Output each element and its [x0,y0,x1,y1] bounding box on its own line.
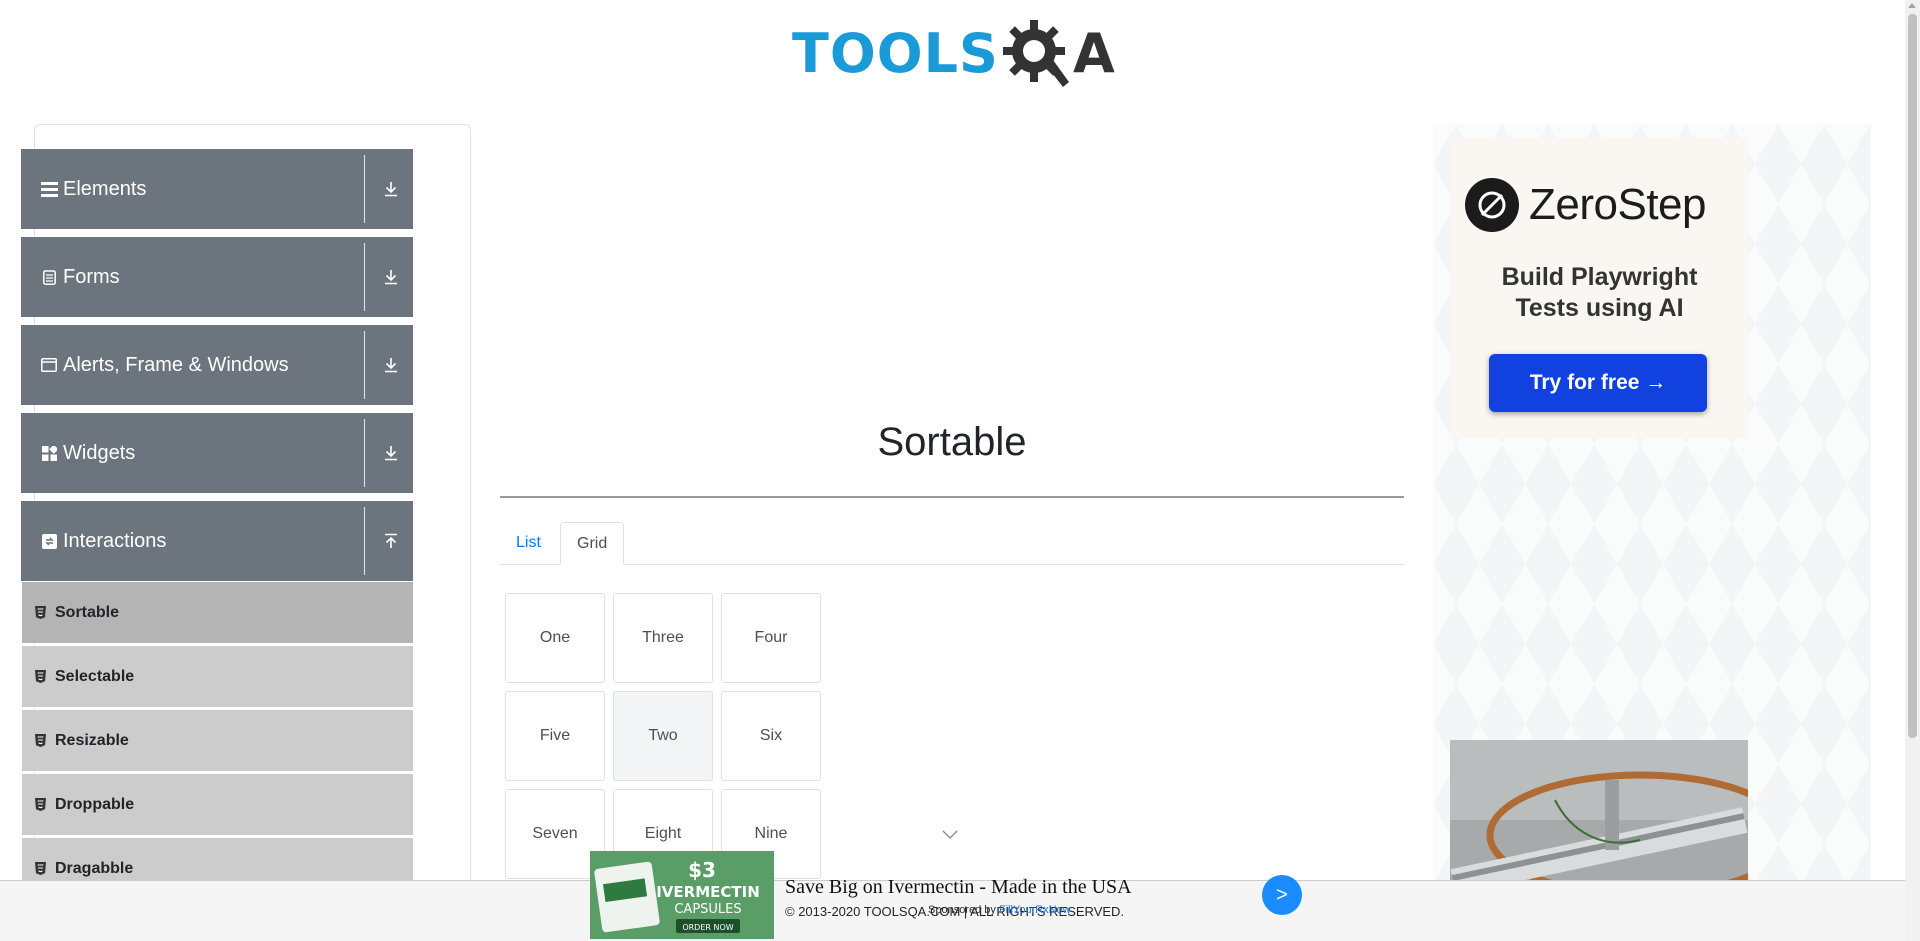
sidebar-group-widgets[interactable]: Widgets [21,413,413,493]
download-arrow-icon [381,357,401,373]
try-for-free-button[interactable]: Try for free → [1489,354,1707,412]
sidebar-group-label: Forms [63,265,120,288]
upload-arrow-icon [381,533,401,549]
sidebar-item-selectable[interactable]: Selectable [22,646,413,708]
chevron-down-icon[interactable] [942,830,958,840]
grid-item-five[interactable]: Five [505,691,605,781]
tab-grid[interactable]: Grid [560,522,625,565]
ad-sponsor-link[interactable]: FillYourRxNow [999,904,1071,916]
ivermectin-product-image: $3 IVERMECTIN CAPSULES ORDER NOW [590,851,774,939]
grid-item-three[interactable]: Three [613,593,713,683]
scrollbar-thumb[interactable] [1908,14,1917,738]
zerostep-logo-icon [1465,178,1519,232]
ad-product-price: $3 [688,858,716,882]
gear-q-icon [1002,20,1069,87]
sidebar-group-interactions[interactable]: Interactions [21,501,413,581]
sidebar-item-sortable[interactable]: Sortable [22,582,413,644]
divider [364,419,365,487]
ad-product-name-1: IVERMECTIN [656,883,760,901]
grid-item-six[interactable]: Six [721,691,821,781]
clipboard-icon [38,269,60,285]
sidebar-group-elements[interactable]: Elements [21,149,413,229]
ad-sponsor: Sponsored by FillYourRxNow [928,904,1071,916]
page: TOOLS A Elements Forms Alerts, Frame & W… [0,0,1920,941]
sidebar-group-label: Interactions [63,529,167,552]
sidebar-group-label: Alerts, Frame & Windows [63,353,289,376]
window-icon [38,358,60,372]
zerostep-ad[interactable]: ZeroStep Build Playwright Tests using AI… [1451,138,1748,438]
interactions-icon [38,533,60,549]
download-arrow-icon [381,181,401,197]
scroll-up-arrow-icon[interactable] [1908,3,1916,8]
download-arrow-icon [381,445,401,461]
sidebar-item-label: Droppable [55,795,135,813]
toolsqa-logo[interactable]: TOOLS A [792,14,1115,92]
widgets-icon [38,445,60,461]
tab-bar: List Grid [500,522,1404,565]
title-divider [500,496,1404,498]
divider [364,507,365,575]
html5-icon [35,606,49,619]
logo-suffix: A [1072,21,1115,85]
divider [364,331,365,399]
sidebar-group-forms[interactable]: Forms [21,237,413,317]
tab-list[interactable]: List [500,522,557,565]
zerostep-brand: ZeroStep [1529,180,1706,229]
hamburger-icon [38,181,60,197]
ad-sponsor-prefix: Sponsored by [928,904,996,916]
sidebar-group-label: Elements [63,177,147,200]
divider [364,155,365,223]
ad-product-name-2: CAPSULES [674,902,741,917]
html5-icon [35,798,49,811]
ad-next-button[interactable]: > [1262,875,1302,915]
grid-item-one[interactable]: One [505,593,605,683]
sidebar-group-alerts[interactable]: Alerts, Frame & Windows [21,325,413,405]
ad-title[interactable]: Save Big on Ivermectin - Made in the USA [785,876,1132,899]
ad-product-cta: ORDER NOW [682,923,733,932]
zerostep-logo: ZeroStep [1465,178,1706,232]
html5-icon [35,734,49,747]
ad-headline-line-2: Tests using AI [1515,294,1684,322]
grid-item-two[interactable]: Two [613,691,713,781]
ivermectin-ad-image[interactable]: $3 IVERMECTIN CAPSULES ORDER NOW [590,851,774,939]
html5-icon [35,670,49,683]
sidebar-item-label: Selectable [55,667,135,685]
sidebar-item-resizable[interactable]: Resizable [22,710,413,772]
page-title: Sortable [877,420,1027,464]
sidebar-group-label: Widgets [63,441,136,464]
download-arrow-icon [381,269,401,285]
logo-text: TOOLS [792,21,999,85]
ad-headline-line-1: Build Playwright [1501,263,1698,291]
sidebar-item-label: Dragabble [55,859,134,877]
sidebar-item-label: Resizable [55,731,129,749]
html5-icon [35,862,49,875]
sidebar-item-droppable[interactable]: Droppable [22,774,413,836]
page-scrollbar[interactable] [1905,0,1920,941]
divider [364,243,365,311]
sidebar-item-label: Sortable [55,603,120,621]
grid-item-four[interactable]: Four [721,593,821,683]
ad-headline: Build Playwright Tests using AI [1451,262,1748,324]
